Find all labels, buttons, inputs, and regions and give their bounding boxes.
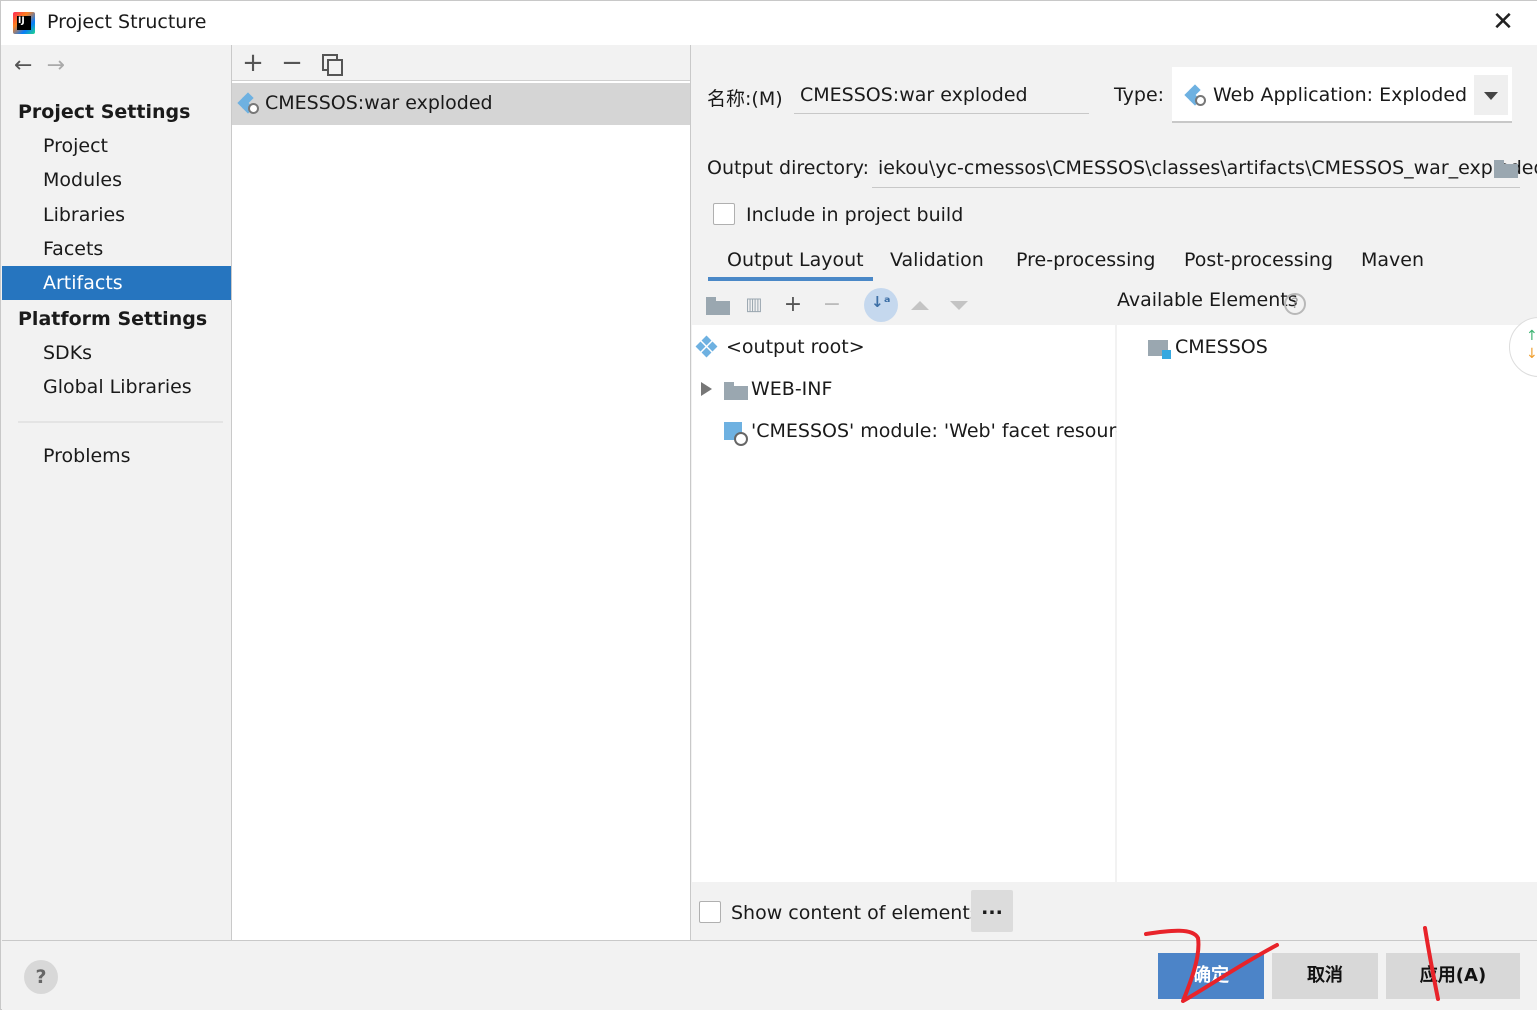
nav-item-project[interactable]: Project [2,129,231,163]
help-icon[interactable]: ? [1284,293,1306,315]
nav-item-modules[interactable]: Modules [2,163,231,197]
output-directory-field[interactable]: iekou\yc-cmessos\CMESSOS\classes\artifac… [872,155,1537,189]
tab-maven[interactable]: Maven [1361,249,1424,271]
window-title: Project Structure [47,11,207,33]
middle-divider[interactable] [690,45,691,940]
help-button[interactable]: ? [24,960,58,994]
output-root-icon [695,335,718,358]
module-folder-icon [1148,338,1172,360]
nav-item-artifacts[interactable]: Artifacts [2,266,231,300]
back-arrow-icon[interactable]: ← [14,53,32,78]
output-directory-value: iekou\yc-cmessos\CMESSOS\classes\artifac… [878,157,1537,179]
nav-item-facets[interactable]: Facets [2,232,231,266]
nav-divider [18,421,223,423]
available-elements-tree: CMESSOS [1117,325,1537,882]
show-content-label: Show content of elements [731,902,980,924]
tab-pre-processing[interactable]: Pre-processing [1016,249,1155,271]
sort-elements-icon[interactable]: ↓ᵃ [864,288,898,322]
tab-output-layout[interactable]: Output Layout [727,249,864,271]
tree-item-web-facet-resources[interactable]: 'CMESSOS' module: 'Web' facet resources [751,420,1148,442]
artifacts-toolbar: + − [232,45,690,81]
apply-button[interactable]: 应用(A) [1386,953,1520,999]
copy-artifact-icon[interactable] [322,54,343,76]
remove-element-icon[interactable]: − [820,293,844,317]
add-copy-of-icon[interactable]: + [781,293,805,317]
artifacts-list-panel: + − CMESSOS:war exploded [232,45,690,940]
output-directory-underline [872,187,1520,188]
artifact-name-label: CMESSOS:war exploded [265,92,493,114]
layout-toolbar: ▥ + − ↓ᵃ [692,285,1115,325]
ok-button[interactable]: 确定 [1158,953,1264,999]
nav-item-problems[interactable]: Problems [2,439,231,473]
tree-item-output-root[interactable]: <output root> [726,336,865,358]
artifact-tabs: Output Layout Validation Pre-processing … [692,241,1537,283]
new-directory-icon[interactable] [706,297,730,315]
include-in-build-checkbox[interactable] [713,203,735,225]
platform-settings-heading: Platform Settings [18,308,208,330]
type-select[interactable]: Web Application: Exploded [1172,67,1512,123]
output-directory-label: Output directory: [707,157,870,179]
nav-item-global-libraries[interactable]: Global Libraries [2,370,231,404]
available-item-cmessos[interactable]: CMESSOS [1175,336,1268,358]
tab-post-processing[interactable]: Post-processing [1184,249,1333,271]
move-down-icon[interactable] [950,301,968,310]
move-up-icon[interactable] [911,301,929,310]
settings-navigation: ← → Project Settings Project Modules Libr… [2,45,231,940]
tab-validation[interactable]: Validation [890,249,984,271]
type-label: Type: [1114,84,1165,106]
layout-options-row: Show content of elements ... [692,882,1537,940]
add-artifact-button[interactable]: + [240,49,266,77]
web-artifact-icon [237,92,259,115]
forward-arrow-icon[interactable]: → [46,53,64,78]
artifact-details-panel: 名称:(M) CMESSOS:war exploded Type: Web Ap… [692,45,1537,940]
project-structure-dialog: IJ Project Structure ✕ ← → Project Settin… [0,0,1537,1010]
type-select-value: Web Application: Exploded [1213,84,1468,106]
project-settings-heading: Project Settings [18,101,191,123]
chevron-down-icon[interactable] [1474,75,1508,115]
expand-arrow-icon[interactable] [701,382,712,396]
close-icon[interactable]: ✕ [1490,9,1516,35]
artifact-list-item[interactable]: CMESSOS:war exploded [232,83,690,125]
show-content-checkbox[interactable] [699,901,721,923]
arrow-up-icon: ↑ [1526,328,1537,344]
name-field-underline [794,113,1089,114]
active-tab-indicator [708,277,873,281]
name-field[interactable]: CMESSOS:war exploded [800,84,1028,106]
folder-icon [724,382,748,400]
web-artifact-type-icon [1184,84,1206,107]
more-options-button[interactable]: ... [971,890,1013,932]
output-layout-tree: <output root> WEB-INF 'CMESSOS' module: … [692,325,1148,882]
include-in-build-label: Include in project build [746,204,964,226]
cancel-button[interactable]: 取消 [1272,953,1378,999]
remove-artifact-button[interactable]: − [279,49,305,77]
tree-item-web-inf[interactable]: WEB-INF [751,378,832,400]
dialog-footer: ? 确定 取消 应用(A) [2,940,1537,1010]
name-label: 名称:(M) [707,88,783,110]
available-elements-heading: Available Elements [1117,289,1298,311]
history-navigation: ← → [14,53,79,78]
browse-folder-icon[interactable] [1494,160,1518,178]
nav-item-sdks[interactable]: SDKs [2,336,231,370]
intellij-logo-icon: IJ [13,12,35,34]
arrow-down-icon: ↓ [1526,346,1537,362]
web-facet-resources-icon [724,422,748,446]
archive-icon[interactable]: ▥ [742,293,766,317]
nav-item-libraries[interactable]: Libraries [2,198,231,232]
title-bar: IJ Project Structure ✕ [1,1,1537,45]
